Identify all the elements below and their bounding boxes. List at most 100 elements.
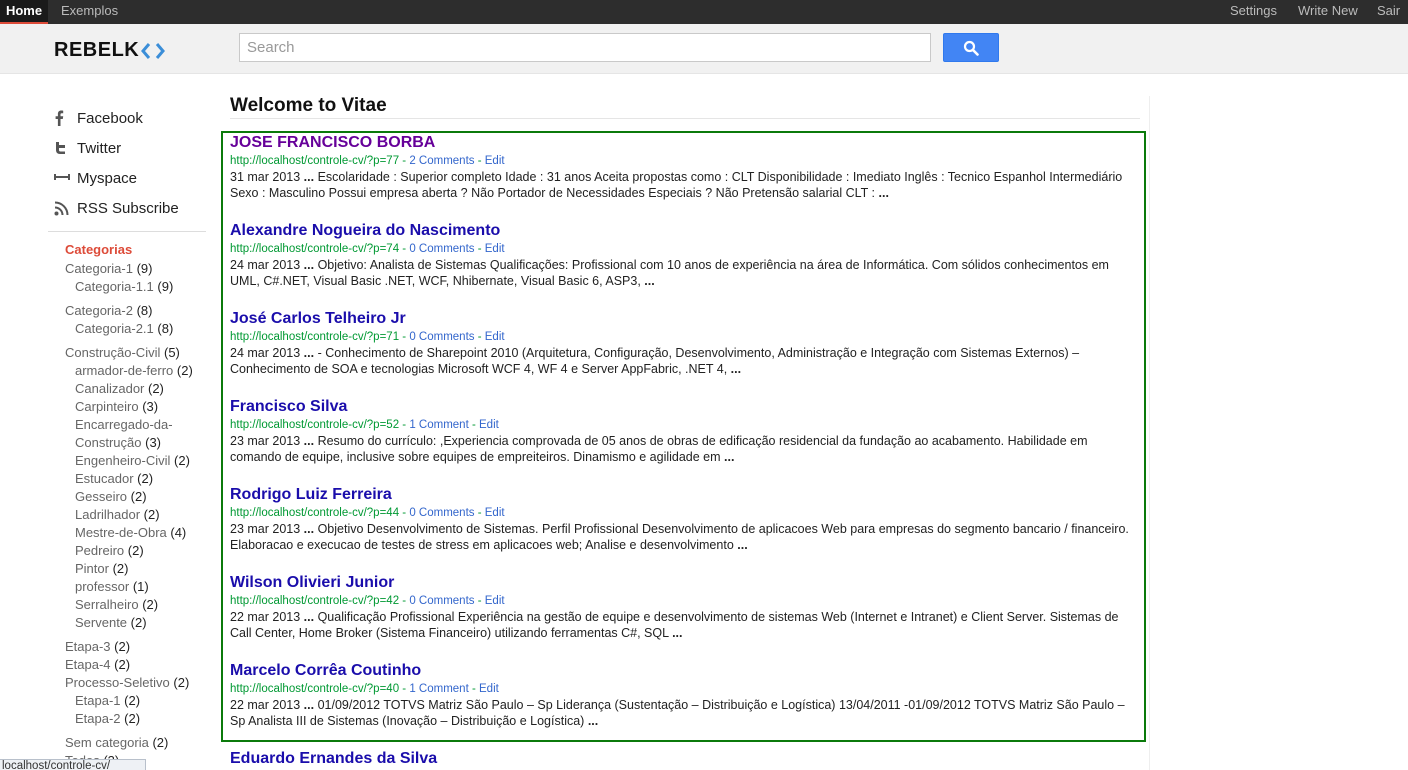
category-item[interactable]: armador-de-ferro (2) [65, 362, 206, 380]
nav-sair[interactable]: Sair [1377, 0, 1400, 24]
category-item[interactable]: Pedreiro (2) [65, 542, 206, 560]
category-name[interactable]: Categoria-1.1 [75, 279, 154, 294]
category-item[interactable]: professor (1) [65, 578, 206, 596]
category-item[interactable]: Etapa-4 (2) [65, 656, 206, 674]
post-comments-link[interactable]: 0 Comments [409, 507, 474, 519]
category-item[interactable]: Etapa-3 (2) [65, 638, 206, 656]
category-item[interactable]: Etapa-2 (2) [65, 710, 206, 728]
category-name[interactable]: Categoria-1 [65, 261, 133, 276]
post-title-link[interactable]: José Carlos Telheiro Jr [230, 309, 1142, 329]
post-edit-link[interactable]: Edit [479, 419, 499, 431]
category-item[interactable]: Construção (3) [65, 434, 206, 452]
post-edit-link[interactable]: Edit [485, 243, 505, 255]
post-url[interactable]: http://localhost/controle-cv/?p=74 [230, 243, 399, 255]
category-name[interactable]: Processo-Seletivo [65, 675, 170, 690]
category-name[interactable]: Etapa-2 [75, 711, 121, 726]
category-item[interactable]: Categoria-2.1 (8) [65, 320, 206, 338]
ellipsis: ... [303, 522, 315, 536]
post-edit-link[interactable]: Edit [485, 507, 505, 519]
category-name[interactable]: Engenheiro-Civil [75, 453, 170, 468]
category-item[interactable]: Engenheiro-Civil (2) [65, 452, 206, 470]
category-name[interactable]: Gesseiro [75, 489, 127, 504]
category-name[interactable]: Canalizador [75, 381, 144, 396]
category-item[interactable]: Processo-Seletivo (2) [65, 674, 206, 692]
category-item[interactable]: Categoria-1 (9) [65, 260, 206, 278]
category-name[interactable]: Construção [75, 435, 141, 450]
category-name[interactable]: Categoria-2.1 [75, 321, 154, 336]
category-name[interactable]: Etapa-4 [65, 657, 111, 672]
category-name[interactable]: Pintor [75, 561, 109, 576]
search-button[interactable] [943, 33, 999, 62]
post-url[interactable]: http://localhost/controle-cv/?p=71 [230, 331, 399, 343]
post-comments-link[interactable]: 0 Comments [409, 595, 474, 607]
category-name[interactable]: Pedreiro [75, 543, 124, 558]
post-comments-link[interactable]: 1 Comment [409, 683, 468, 695]
category-name[interactable]: Encarregado-da- [75, 417, 173, 432]
category-name[interactable]: Etapa-3 [65, 639, 111, 654]
post-url[interactable]: http://localhost/controle-cv/?p=77 [230, 155, 399, 167]
post-snippet: 22 mar 2013 ... 01/09/2012 TOTVS Matriz … [230, 697, 1142, 729]
post-comments-link[interactable]: 0 Comments [409, 331, 474, 343]
category-item[interactable]: Categoria-2 (8) [65, 302, 206, 320]
category-name[interactable]: Servente [75, 615, 127, 630]
post-date: 22 mar 2013 [230, 610, 301, 624]
post-edit-link[interactable]: Edit [479, 683, 499, 695]
category-name[interactable]: professor [75, 579, 129, 594]
category-item[interactable]: Gesseiro (2) [65, 488, 206, 506]
category-name[interactable]: Ladrilhador [75, 507, 140, 522]
category-name[interactable]: Mestre-de-Obra [75, 525, 167, 540]
category-item[interactable]: Etapa-1 (2) [65, 692, 206, 710]
category-name[interactable]: Etapa-1 [75, 693, 121, 708]
category-item[interactable]: Canalizador (2) [65, 380, 206, 398]
category-item[interactable]: Carpinteiro (3) [65, 398, 206, 416]
nav-home[interactable]: Home [0, 0, 48, 24]
post-comments-link[interactable]: 2 Comments [409, 155, 474, 167]
category-name[interactable]: Serralheiro [75, 597, 139, 612]
category-item[interactable]: Servente (2) [65, 614, 206, 632]
social-myspace[interactable]: Myspace [54, 163, 179, 193]
post-title-link[interactable]: JOSE FRANCISCO BORBA [230, 133, 1142, 153]
post-title-link[interactable]: Alexandre Nogueira do Nascimento [230, 221, 1142, 241]
post-title-link[interactable]: Wilson Olivieri Junior [230, 573, 1142, 593]
snippet-text: 01/09/2012 TOTVS Matriz São Paulo – Sp L… [230, 698, 1125, 728]
site-logo[interactable]: REBELK [54, 39, 166, 62]
post-edit-link[interactable]: Edit [485, 595, 505, 607]
meta-separator: - [399, 243, 410, 255]
meta-separator: - [399, 683, 410, 695]
category-name[interactable]: armador-de-ferro [75, 363, 173, 378]
post-url[interactable]: http://localhost/controle-cv/?p=42 [230, 595, 399, 607]
category-item[interactable]: Sem categoria (2) [65, 734, 206, 752]
social-twitter[interactable]: Twitter [54, 133, 179, 163]
post-comments-link[interactable]: 1 Comment [409, 419, 468, 431]
category-name[interactable]: Carpinteiro [75, 399, 139, 414]
category-item[interactable]: Construção-Civil (5) [65, 344, 206, 362]
category-name[interactable]: Sem categoria [65, 735, 149, 750]
post-edit-link[interactable]: Edit [485, 155, 505, 167]
social-facebook[interactable]: Facebook [54, 103, 179, 133]
post-title-link[interactable]: Marcelo Corrêa Coutinho [230, 661, 1142, 681]
post-url[interactable]: http://localhost/controle-cv/?p=44 [230, 507, 399, 519]
category-item[interactable]: Categoria-1.1 (9) [65, 278, 206, 296]
category-item[interactable]: Serralheiro (2) [65, 596, 206, 614]
post-title-link[interactable]: Rodrigo Luiz Ferreira [230, 485, 1142, 505]
post-url[interactable]: http://localhost/controle-cv/?p=40 [230, 683, 399, 695]
category-item[interactable]: Encarregado-da- [65, 416, 206, 434]
nav-write-new[interactable]: Write New [1298, 0, 1358, 24]
search-input[interactable] [239, 33, 931, 62]
post-url[interactable]: http://localhost/controle-cv/?p=52 [230, 419, 399, 431]
nav-exemplos[interactable]: Exemplos [61, 0, 118, 24]
category-item[interactable]: Ladrilhador (2) [65, 506, 206, 524]
category-item[interactable]: Estucador (2) [65, 470, 206, 488]
post-title-link[interactable]: Francisco Silva [230, 397, 1142, 417]
post-item: José Carlos Telheiro Jr http://localhost/… [230, 309, 1142, 397]
category-name[interactable]: Construção-Civil [65, 345, 160, 360]
category-item[interactable]: Mestre-de-Obra (4) [65, 524, 206, 542]
social-rss[interactable]: RSS Subscribe [54, 193, 179, 223]
post-edit-link[interactable]: Edit [485, 331, 505, 343]
nav-settings[interactable]: Settings [1230, 0, 1277, 24]
category-name[interactable]: Estucador [75, 471, 134, 486]
category-name[interactable]: Categoria-2 [65, 303, 133, 318]
post-title-link[interactable]: Eduardo Ernandes da Silva [230, 749, 437, 769]
category-item[interactable]: Pintor (2) [65, 560, 206, 578]
post-comments-link[interactable]: 0 Comments [409, 243, 474, 255]
